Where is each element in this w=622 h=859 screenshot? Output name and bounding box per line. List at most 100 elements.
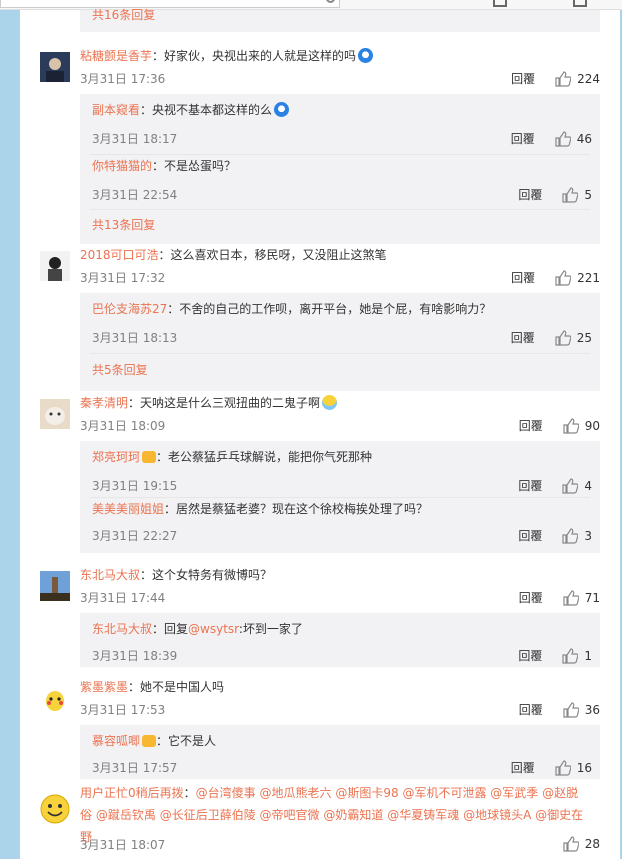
comment-body: ：她不是中国人吗 xyxy=(128,680,225,694)
reply-button[interactable]: 回覆 xyxy=(519,589,543,606)
reply-button[interactable]: 回覆 xyxy=(518,527,542,544)
like-count[interactable]: 46 xyxy=(577,132,592,146)
avatar[interactable] xyxy=(40,571,70,601)
username-link[interactable]: 秦孝清明 xyxy=(80,396,128,410)
doraemon-emoji-icon xyxy=(274,102,290,117)
reply-button[interactable]: 回覆 xyxy=(511,759,535,776)
like-count[interactable]: 5 xyxy=(584,188,592,202)
sub-comment-box: 巴伦支海苏27：不舍的自己的工作呗，离开平台，她是个屁，有啥影响力？ 3月31日… xyxy=(80,293,600,391)
avatar[interactable] xyxy=(40,794,70,824)
avatar[interactable] xyxy=(40,399,70,429)
like-count[interactable]: 28 xyxy=(585,837,600,851)
mention-link[interactable]: @斯图卡98 xyxy=(335,786,398,800)
thumbs-up-icon[interactable] xyxy=(563,417,579,434)
reply-button[interactable]: 回覆 xyxy=(518,647,542,664)
comment-actions: 28 xyxy=(563,836,600,852)
menu-icon[interactable] xyxy=(573,0,587,7)
mention-link[interactable]: @军机不可泄露 xyxy=(402,786,486,800)
reply-button[interactable]: 回覆 xyxy=(511,329,535,346)
mention-link[interactable]: @wsytsr xyxy=(188,622,239,636)
like-count[interactable]: 3 xyxy=(584,529,592,543)
more-replies-link[interactable]: 共16条回复 xyxy=(92,6,155,23)
comment-time: 3月31日 18:17 xyxy=(92,132,178,146)
thumbs-up-icon[interactable] xyxy=(562,186,579,203)
like-count[interactable]: 221 xyxy=(577,271,600,285)
reply-button[interactable]: 回覆 xyxy=(519,701,543,718)
thumbs-up-icon[interactable] xyxy=(555,269,572,286)
thumbs-up-icon[interactable] xyxy=(562,527,579,544)
thumbs-up-icon[interactable] xyxy=(563,589,579,606)
thumbs-up-icon[interactable] xyxy=(555,130,571,147)
username-link[interactable]: 东北马大叔 xyxy=(92,622,152,636)
more-replies-link[interactable]: 共13条回复 xyxy=(92,216,155,233)
username-link[interactable]: 郑亮珂珂 xyxy=(92,450,140,464)
avatar[interactable] xyxy=(40,52,70,82)
like-count[interactable]: 4 xyxy=(584,479,592,493)
more-replies-link[interactable]: 共5条回复 xyxy=(92,361,148,378)
username-link[interactable]: 巴伦支海苏27 xyxy=(92,302,167,316)
comment-time: 3月31日 18:07 xyxy=(80,838,166,852)
comment-actions: 回覆 1 xyxy=(518,647,592,664)
mention-link[interactable]: @华夏铸军魂 xyxy=(387,808,459,822)
mention-link[interactable]: @地瓜熊老六 xyxy=(260,786,332,800)
reply-button[interactable]: 回覆 xyxy=(519,417,543,434)
comment-body: ：不是怂蛋吗？ xyxy=(152,159,237,173)
mention-link[interactable]: @长征后卫薛伯陵 xyxy=(160,808,256,822)
like-count[interactable]: 224 xyxy=(577,72,600,86)
username-link[interactable]: 美美美丽姐姐 xyxy=(92,502,164,516)
username-link[interactable]: 东北马大叔 xyxy=(80,568,140,582)
comment-time: 3月31日 22:27 xyxy=(92,529,178,543)
mention-link[interactable]: @台湾傻事 xyxy=(196,786,256,800)
mention-link[interactable]: @军武季 xyxy=(490,786,538,800)
reply-button[interactable]: 回覆 xyxy=(511,70,535,87)
search-input[interactable] xyxy=(0,0,340,8)
comment-time: 3月31日 18:13 xyxy=(92,331,178,345)
comment-body: ：好家伙，央视出来的人就是这样的吗 xyxy=(152,49,357,63)
like-count[interactable]: 71 xyxy=(585,591,600,605)
inbox-icon[interactable] xyxy=(493,0,507,7)
username-link[interactable]: 用户正忙0稍后再拨 xyxy=(80,786,184,800)
comment-body: ：央视不基本都这样的么 xyxy=(140,103,273,117)
username-link[interactable]: 慕容呱唧 xyxy=(92,734,140,748)
username-link[interactable]: 副本窥看 xyxy=(92,103,140,117)
mention-link[interactable]: @奶霸知道 xyxy=(323,808,383,822)
like-count[interactable]: 90 xyxy=(585,419,600,433)
comment-text: 粘糖颤是香芋：好家伙，央视出来的人就是这样的吗 xyxy=(80,46,590,66)
like-count[interactable]: 25 xyxy=(577,331,592,345)
username-link[interactable]: 2018可口可浩 xyxy=(80,248,159,262)
mention-link[interactable]: @帝吧官微 xyxy=(260,808,320,822)
comment-time: 3月31日 17:57 xyxy=(92,761,178,775)
smiley-avatar-icon xyxy=(40,794,70,824)
avatar[interactable] xyxy=(40,251,70,281)
like-count[interactable]: 16 xyxy=(577,761,592,775)
thumbs-up-icon[interactable] xyxy=(563,836,579,852)
thumbs-up-icon[interactable] xyxy=(555,759,571,776)
like-count[interactable]: 36 xyxy=(585,703,600,717)
mention-link[interactable]: @地球镜头A xyxy=(463,808,531,822)
reply-button[interactable]: 回覆 xyxy=(511,130,535,147)
thumbs-up-icon[interactable] xyxy=(562,647,579,664)
username-link[interactable]: 紫墨紫墨 xyxy=(80,680,128,694)
search-icon[interactable] xyxy=(326,0,335,3)
comment-text: 2018可口可浩：这么喜欢日本，移民呀，又没阻止这煞笔 xyxy=(80,245,590,265)
thumbs-up-icon[interactable] xyxy=(563,701,579,718)
username-link[interactable]: 你特猫猫的 xyxy=(92,159,152,173)
comment-actions: 回覆 71 xyxy=(519,589,600,606)
sub-comment: 郑亮珂珂 ：老公蔡猛乒乓球解说，能把你气死那种 3月31日 19:15 回覆 4 xyxy=(92,447,592,494)
thumbs-up-icon[interactable] xyxy=(562,477,579,494)
comment-actions: 回覆 16 xyxy=(511,759,592,776)
thumbs-up-icon[interactable] xyxy=(555,70,572,87)
avatar[interactable] xyxy=(40,683,70,713)
reply-button[interactable]: 回覆 xyxy=(511,269,535,286)
comment-body: :坏到一家了 xyxy=(238,622,303,636)
reply-button[interactable]: 回覆 xyxy=(518,477,542,494)
comment-time: 3月31日 17:53 xyxy=(80,703,166,717)
comment-text: 东北马大叔：这个女特务有微博吗？ xyxy=(80,565,590,585)
comment-body: ：老公蔡猛乒乓球解说，能把你气死那种 xyxy=(156,450,373,464)
username-link[interactable]: 粘糖颤是香芋 xyxy=(80,49,152,63)
thumbs-up-icon[interactable] xyxy=(555,329,571,346)
like-count[interactable]: 1 xyxy=(584,649,592,663)
comment-actions: 回覆 5 xyxy=(518,186,592,203)
mention-link[interactable]: @蹴岳钦禹 xyxy=(96,808,156,822)
reply-button[interactable]: 回覆 xyxy=(518,186,542,203)
